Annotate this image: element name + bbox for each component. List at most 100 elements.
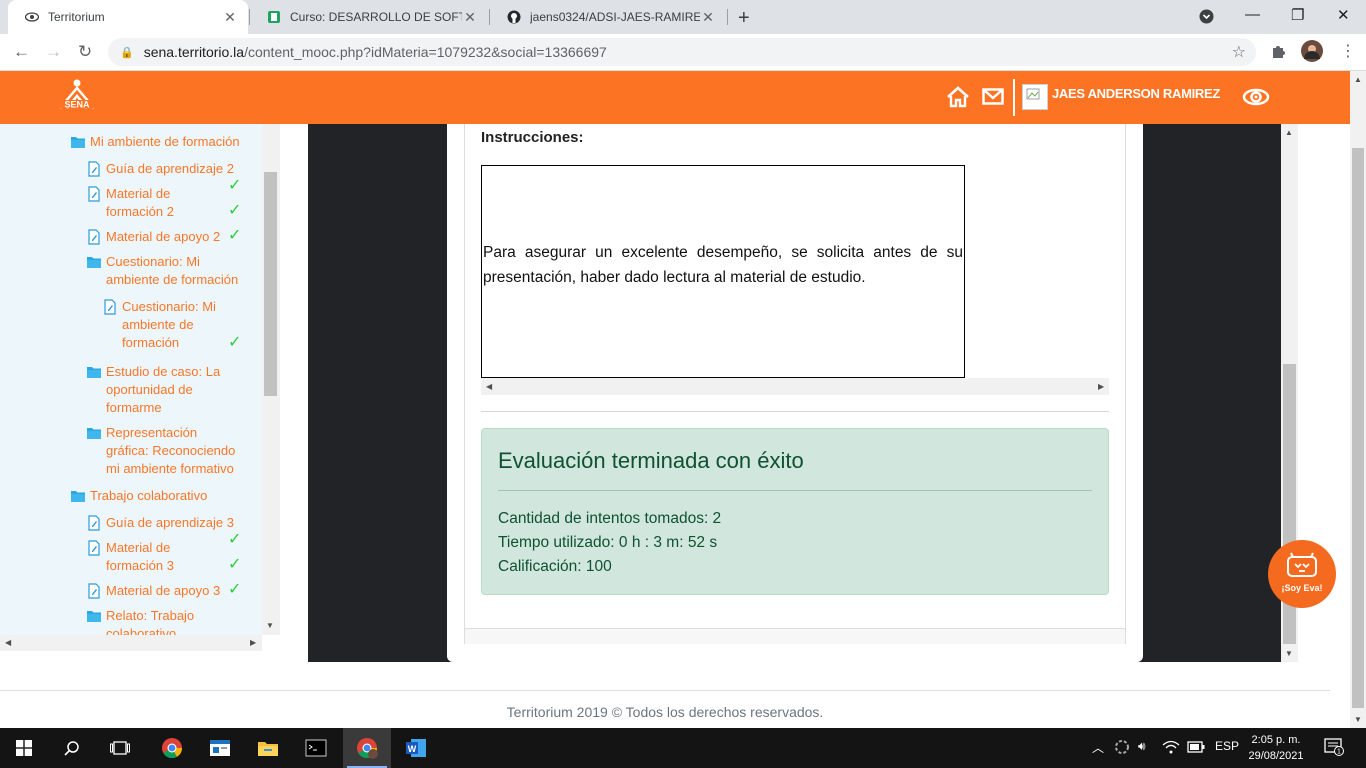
page-scroll-thumb[interactable] [1352, 148, 1364, 708]
file-explorer-folder-icon[interactable] [244, 728, 292, 768]
result-alert: Evaluación terminada con éxito Cantidad … [481, 428, 1109, 595]
document-edit-icon [86, 229, 102, 245]
scroll-left-arrow-icon[interactable]: ◀ [5, 638, 11, 647]
app-status-icon[interactable] [1114, 739, 1130, 758]
close-tab-icon[interactable]: ✕ [222, 9, 238, 26]
battery-icon[interactable] [1187, 741, 1205, 756]
result-title: Evaluación terminada con éxito [498, 448, 804, 473]
sidebar-item-label: Material de apoyo 3 [106, 583, 221, 598]
sidebar-content-item[interactable]: Guía de aprendizaje 3 [86, 514, 250, 532]
tab-github[interactable]: jaens0324/ADSI-JAES-RAMIREZ ✕ [490, 0, 726, 34]
accessibility-eye-icon[interactable] [1242, 87, 1270, 112]
scroll-down-arrow-icon[interactable]: ▼ [1354, 715, 1362, 724]
wifi-icon[interactable] [1162, 740, 1180, 757]
volume-icon[interactable]: 🔊︎ [1138, 739, 1146, 754]
forward-arrow-icon[interactable]: → [45, 42, 62, 62]
site-header: SENA JAES ANDERSON RAMIREZ [0, 71, 1350, 124]
grade-text: Calificación: 100 [498, 558, 612, 575]
chrome-taskbar-icon[interactable] [148, 728, 196, 768]
minimize-icon[interactable]: — [1245, 6, 1260, 23]
eva-assistant-button[interactable]: ¡Soy Eva! [1268, 540, 1336, 608]
scroll-up-arrow-icon[interactable]: ▲ [1354, 75, 1362, 84]
taskbar-clock[interactable]: 2:05 p. m. 29/08/2021 [1246, 732, 1306, 764]
address-bar[interactable]: 🔒 sena.territorio.la/content_mooc.php?id… [108, 38, 1256, 66]
word-icon[interactable]: W [392, 728, 440, 768]
mail-icon[interactable] [982, 88, 1004, 110]
back-arrow-icon[interactable]: ← [13, 42, 30, 62]
sidebar-folder-item[interactable]: Cuestionario: Mi ambiente de formación [86, 253, 250, 289]
chrome-menu-icon[interactable]: ⋮ [1340, 41, 1356, 61]
close-window-icon[interactable]: ✕ [1337, 6, 1350, 24]
panel-footer [465, 628, 1125, 644]
sidebar-folder-item[interactable]: Trabajo colaborativo [70, 487, 250, 505]
scroll-left-arrow-icon[interactable]: ◀ [486, 382, 492, 391]
scroll-right-arrow-icon[interactable]: ▶ [1098, 382, 1104, 391]
scroll-right-arrow-icon[interactable]: ▶ [250, 638, 256, 647]
user-avatar[interactable] [1022, 84, 1048, 110]
profile-avatar-icon[interactable] [1301, 40, 1323, 67]
clock-time: 2:05 p. m. [1251, 734, 1301, 746]
tab-separator [727, 9, 728, 25]
sidebar-horizontal-scrollbar[interactable] [0, 635, 262, 651]
url-path: /content_mooc.php?idMateria=1079232&soci… [244, 44, 607, 60]
user-name[interactable]: JAES ANDERSON RAMIREZ [1052, 86, 1220, 101]
task-view-icon[interactable] [96, 728, 144, 768]
close-tab-icon[interactable]: ✕ [462, 9, 478, 26]
lock-icon: 🔒 [120, 46, 134, 59]
sidebar-scroll-thumb[interactable] [264, 172, 277, 396]
svg-text:W: W [408, 744, 417, 754]
bookmark-star-icon[interactable]: ☆ [1232, 42, 1246, 62]
completed-check-icon: ✓ [228, 334, 242, 351]
sidebar-content-item[interactable]: Material de formación 2 [86, 185, 250, 221]
search-icon[interactable] [48, 728, 96, 768]
sidebar-item-label: formación 3 [106, 558, 174, 573]
sena-logo[interactable]: SENA [56, 78, 98, 118]
sidebar-folder-item[interactable]: Relato: Trabajo colaborativo [86, 607, 250, 635]
sidebar-item-label: Material de [106, 186, 171, 201]
sidebar-content-item[interactable]: Material de formación 3 [86, 539, 250, 575]
extensions-puzzle-icon[interactable] [1271, 43, 1287, 64]
robot-face-icon [1287, 552, 1317, 577]
svg-text:SENA: SENA [64, 100, 90, 110]
instructions-horizontal-scrollbar[interactable]: ◀ ▶ [481, 378, 1109, 395]
scroll-up-arrow-icon[interactable]: ▲ [1285, 128, 1293, 137]
explorer-window-icon[interactable] [196, 728, 244, 768]
section-divider [481, 411, 1109, 412]
input-language[interactable]: ESP [1215, 739, 1239, 753]
scroll-down-arrow-icon[interactable]: ▼ [1285, 649, 1293, 658]
eva-label: ¡Soy Eva! [1281, 583, 1323, 593]
completed-check-icon: ✓ [228, 531, 242, 548]
sidebar-folder-item[interactable]: Representación gráfica: Reconociendo mi am… [86, 424, 250, 478]
sidebar-content-item[interactable]: Material de apoyo 2 [86, 228, 250, 246]
document-edit-icon [102, 299, 118, 315]
tab-territorium[interactable]: Territorium ✕ [8, 0, 248, 34]
windows-start-icon[interactable] [0, 728, 48, 768]
chrome-user-taskbar-icon[interactable] [343, 728, 391, 768]
github-favicon-icon [506, 9, 522, 25]
sidebar-item-label: Estudio de caso: La [106, 364, 221, 379]
tab-curso[interactable]: Curso: DESARROLLO DE SOFTWA ✕ [250, 0, 488, 34]
tab-search-icon[interactable] [1199, 9, 1214, 28]
sidebar-item-label: Guía de aprendizaje 2 [106, 161, 234, 176]
sidebar-item-label: mi ambiente formativo [106, 461, 234, 476]
sidebar-content-item[interactable]: Material de apoyo 3 [86, 582, 250, 600]
sidebar-folder-item[interactable]: Estudio de caso: La oportunidad de formarm… [86, 363, 250, 417]
document-edit-icon [86, 186, 102, 202]
action-center-icon[interactable]: 1 [1324, 738, 1344, 759]
new-tab-plus-icon[interactable]: + [738, 7, 750, 30]
time-used-text: Tiempo utilizado: 0 h : 3 m: 52 s [498, 534, 718, 551]
maximize-icon[interactable]: ❐ [1291, 6, 1304, 24]
terminal-icon[interactable] [292, 728, 340, 768]
show-hidden-icons-chevron-icon[interactable]: ︿ [1092, 739, 1104, 756]
sidebar-item-label: colaborativo [106, 626, 177, 635]
home-icon[interactable] [946, 86, 970, 113]
sidebar-content-item[interactable]: Guía de aprendizaje 2 [86, 160, 250, 178]
reload-icon[interactable]: ↻ [78, 42, 92, 62]
folder-icon [86, 425, 102, 441]
close-tab-icon[interactable]: ✕ [700, 9, 716, 26]
scroll-down-arrow-icon[interactable]: ▼ [266, 621, 274, 630]
sidebar-folder-item[interactable]: Mi ambiente de formación [70, 133, 250, 151]
instructions-heading: Instrucciones: [481, 129, 584, 146]
completed-check-icon: ✓ [228, 227, 242, 244]
folder-icon [86, 254, 102, 270]
